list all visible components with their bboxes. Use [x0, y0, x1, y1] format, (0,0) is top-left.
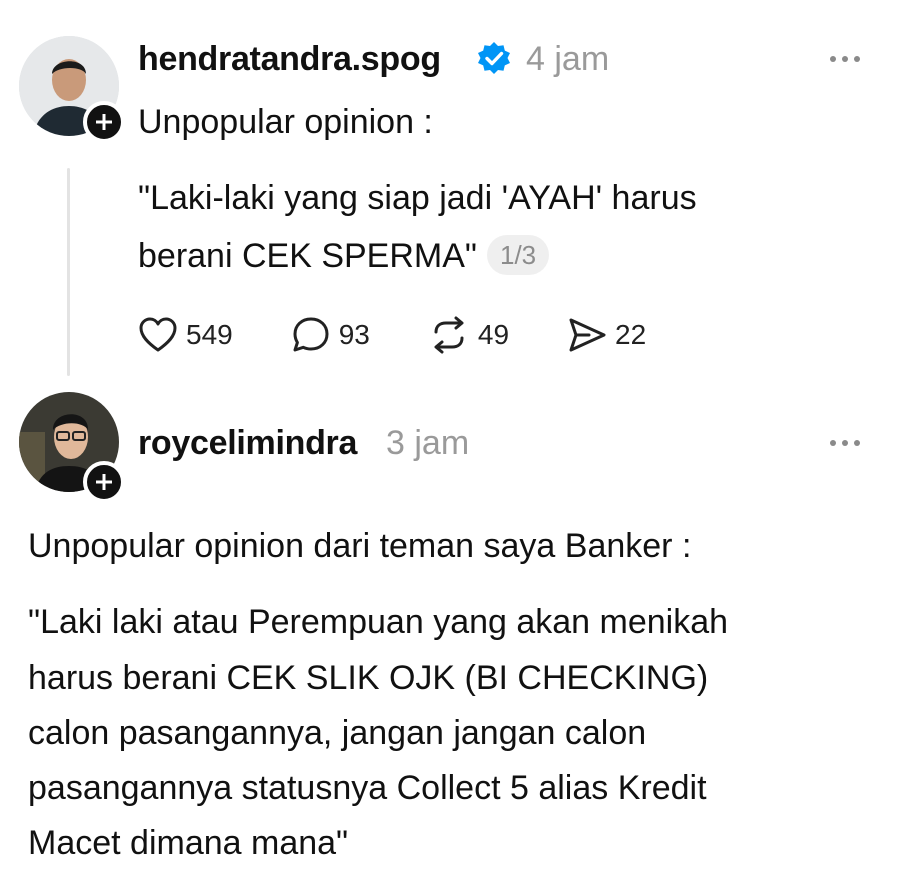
post-actions-bar: 549 93 49 22	[138, 316, 704, 354]
post-time: 4 jam	[526, 40, 610, 78]
send-icon	[569, 318, 606, 352]
plus-icon	[96, 474, 112, 490]
repost-button[interactable]: 49	[428, 316, 509, 354]
post-body-line-2-text: berani CEK SPERMA"	[138, 237, 477, 275]
repost-icon	[434, 316, 464, 354]
page-indicator-badge: 1/3	[486, 235, 550, 275]
post-body-line-5: Macet dimana mana"	[28, 824, 349, 862]
username[interactable]: roycelimindra	[138, 424, 357, 463]
post-body-line-2: berani CEK SPERMA" 1/3	[138, 230, 550, 282]
share-count: 22	[615, 319, 647, 350]
reply-count: 93	[338, 319, 370, 350]
post-body-line-2: harus berani CEK SLIK OJK (BI CHECKING)	[28, 659, 709, 697]
thread-connector-line	[67, 168, 70, 376]
repost-count: 49	[477, 319, 510, 350]
more-options-icon[interactable]	[830, 440, 860, 446]
post-intro-text: Unpopular opinion :	[138, 103, 433, 141]
follow-button[interactable]	[83, 461, 125, 503]
verified-badge-icon	[478, 42, 510, 74]
post-time: 3 jam	[386, 424, 470, 462]
username[interactable]: hendratandra.spog	[138, 40, 441, 79]
more-options-icon[interactable]	[830, 56, 860, 62]
share-button[interactable]: 22	[567, 316, 646, 354]
post-intro-text: Unpopular opinion dari teman saya Banker…	[28, 527, 692, 565]
post-body-line-4: pasangannya statusnya Collect 5 alias Kr…	[28, 769, 707, 807]
like-button[interactable]: 549	[138, 316, 233, 354]
reply-button[interactable]: 93	[291, 316, 370, 354]
follow-button[interactable]	[83, 101, 125, 143]
plus-icon	[96, 114, 112, 130]
heart-icon	[139, 317, 177, 352]
post-body-line-1: "Laki laki atau Perempuan yang akan meni…	[28, 603, 729, 641]
post-body-line-3: calon pasangannya, jangan jangan calon	[28, 714, 647, 752]
post-body-line-1: "Laki-laki yang siap jadi 'AYAH' harus	[138, 179, 697, 217]
like-count: 549	[186, 319, 233, 350]
comment-icon	[293, 317, 329, 352]
